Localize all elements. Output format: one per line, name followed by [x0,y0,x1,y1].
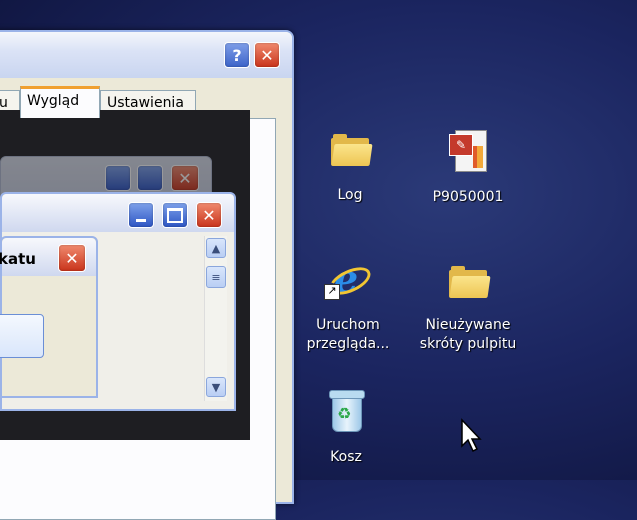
desktop-icon-label: P9050001 [432,189,504,205]
message-box-ok-button [0,314,44,358]
desktop-icon-label: Nieużywane [425,317,511,333]
powerpoint-file-icon: ✎ [449,130,487,174]
desktop-icon-label: skróty pulpitu [419,336,517,352]
minimize-icon [128,202,154,228]
internet-explorer-icon: e ↗ [324,258,375,302]
folder-icon [331,134,373,166]
maximize-icon [162,202,188,228]
desktop-icon-label: Uruchom [316,317,380,333]
tab-wyglad[interactable]: Wygląd [20,86,100,118]
recycle-bin-icon: ♻ [329,390,365,432]
preview-scrollbar: ▲ ≡ ▼ [204,236,227,401]
desktop-icon-label: Log [337,187,363,203]
close-icon: ✕ [196,202,222,228]
scroll-thumb: ≡ [206,266,226,288]
message-box-close-button: ✕ [58,244,86,272]
close-icon: ✕ [65,248,79,268]
tab-label: u [0,95,8,111]
dialog-title-bar[interactable]: ? ✕ [0,32,292,78]
desktop-icon-label: Kosz [330,449,362,465]
message-box-title: katu [0,250,36,268]
folder-icon [449,266,491,298]
message-box-preview: katu ✕ [0,236,98,398]
desktop-icon-nieuzywane-skroty[interactable]: Nieużywane skróty pulpitu [408,266,528,354]
help-button[interactable]: ? [224,42,250,68]
scroll-up-icon: ▲ [206,238,226,258]
help-icon: ? [232,45,242,65]
mouse-cursor-icon [461,418,482,453]
close-icon: ✕ [171,165,199,191]
window-title-bar: ✕ [2,194,234,232]
desktop-icon-log[interactable]: Log [290,134,410,205]
dialog-close-button[interactable]: ✕ [254,42,280,68]
minimize-icon [105,165,131,191]
shortcut-arrow-icon: ↗ [324,284,340,300]
close-icon: ✕ [260,45,274,65]
tab-label: Wygląd [27,93,80,109]
scroll-down-icon: ▼ [206,377,226,397]
desktop-icon-kosz[interactable]: ♻ Kosz [286,390,406,467]
desktop-icon-uruchom-przegladarke[interactable]: e ↗ Uruchom przeglądа... [288,258,408,354]
desktop-icon-label: przeglądа... [306,336,390,352]
tab-label: Ustawienia [107,95,184,111]
desktop-icon-p9050001[interactable]: ✎ P9050001 [408,130,528,207]
message-box-title-bar: katu ✕ [0,238,96,276]
maximize-icon [137,165,163,191]
